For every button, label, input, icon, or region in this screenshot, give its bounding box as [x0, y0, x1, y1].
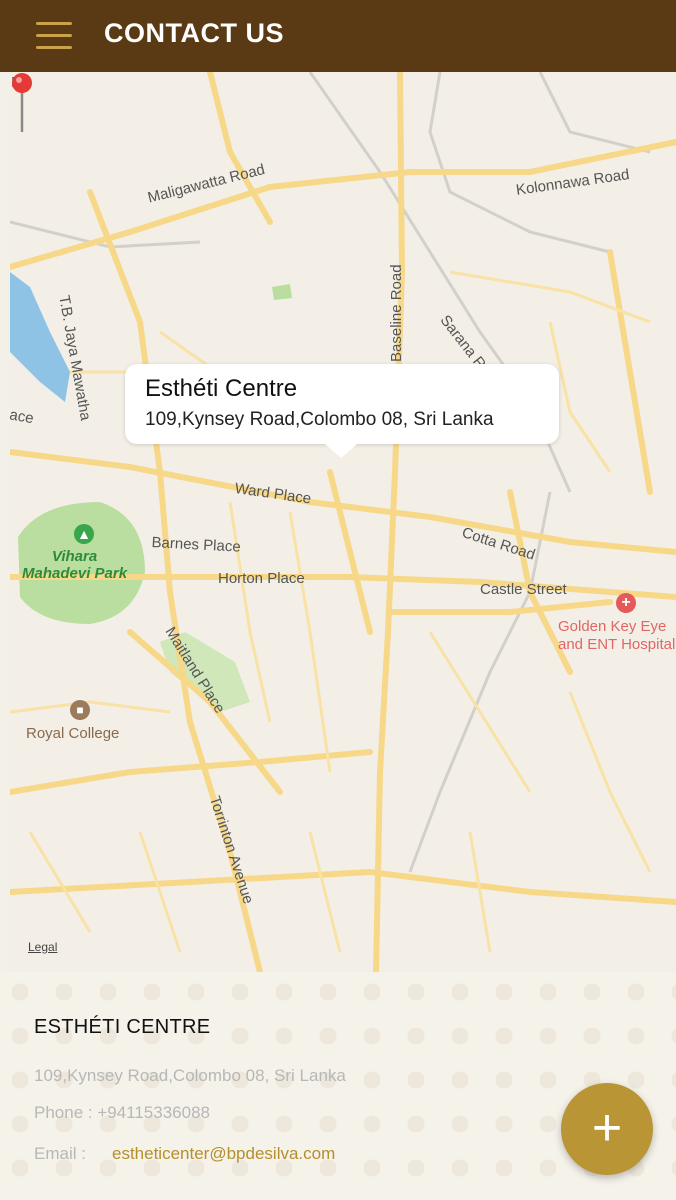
callout-address: 109,Kynsey Road,Colombo 08, Sri Lanka	[145, 409, 494, 430]
map-label-horton-place: Horton Place	[218, 570, 305, 587]
map-view[interactable]: Pl Maligawatta Road Kolonnawa Road T.B. …	[10, 72, 676, 972]
map-roads	[10, 72, 676, 972]
page-title: CONTACT US	[104, 18, 284, 48]
map-pin-icon[interactable]	[10, 72, 34, 134]
poi-royal-college[interactable]: Royal College	[26, 725, 119, 742]
park-icon: ▲	[74, 524, 94, 544]
plus-icon: +	[591, 1099, 623, 1157]
map-label-castle-street: Castle Street	[480, 581, 567, 598]
map-callout[interactable]: Esthéti Centre 109,Kynsey Road,Colombo 0…	[125, 364, 559, 458]
poi-golden-key-hospital[interactable]: Golden Key Eye and ENT Hospital	[558, 618, 675, 654]
school-icon: ■	[70, 700, 90, 720]
hamburger-menu-icon[interactable]	[36, 20, 74, 52]
map-legal-link[interactable]: Legal	[28, 940, 57, 954]
poi-vihara-mahadevi-park[interactable]: Vihara Mahadevi Park	[22, 548, 127, 582]
hospital-icon: +	[616, 593, 636, 613]
callout-title: Esthéti Centre	[145, 375, 298, 402]
business-address: 109,Kynsey Road,Colombo 08, Sri Lanka	[34, 1066, 346, 1085]
map-label-baseline-road: Baseline Road	[388, 264, 405, 362]
business-email-link[interactable]: estheticenter@bpdesilva.com	[112, 1144, 335, 1164]
business-name: ESTHÉTI CENTRE	[34, 1016, 211, 1038]
app-header: CONTACT US	[0, 0, 676, 72]
email-label: Email :	[34, 1144, 86, 1163]
add-fab-button[interactable]: +	[561, 1083, 653, 1175]
business-phone[interactable]: Phone : +94115336088	[34, 1103, 210, 1123]
